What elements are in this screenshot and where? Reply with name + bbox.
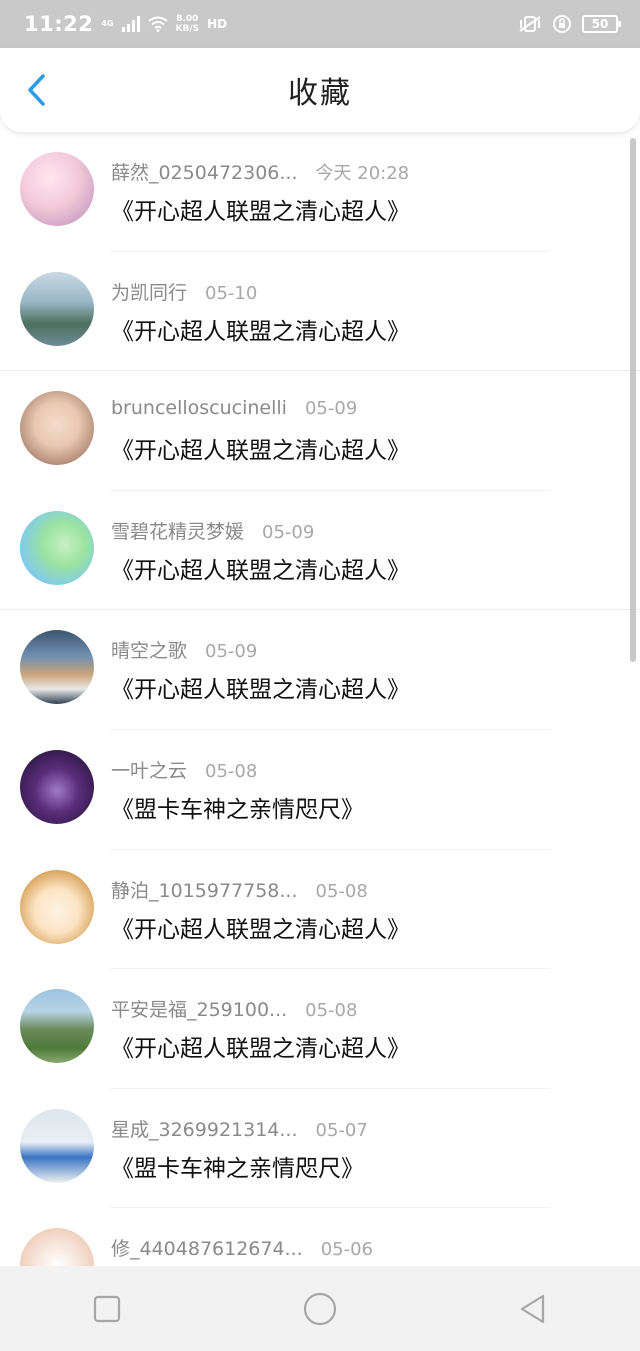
status-time: 11:22 — [24, 12, 94, 36]
recent-apps-icon — [93, 1295, 120, 1322]
avatar[interactable] — [20, 152, 94, 226]
item-meta: 静泊_1015977758... 05-08 — [111, 876, 368, 903]
item-meta: 一叶之云 05-08 — [111, 756, 257, 783]
list-item[interactable]: 静泊_1015977758... 05-08 《开心超人联盟之清心超人》 — [0, 850, 640, 970]
avatar[interactable] — [20, 1108, 94, 1183]
user-name[interactable]: bruncelloscucinelli — [111, 397, 287, 419]
back-button[interactable] — [18, 72, 54, 108]
wifi-icon — [147, 16, 168, 32]
list-item[interactable]: 星成_3269921314... 05-07 《盟卡车神之亲情咫尺》 — [0, 1089, 640, 1209]
avatar[interactable] — [20, 1228, 94, 1266]
status-bar: 11:22 4G 8.00 KB/S HD 50 — [0, 0, 640, 48]
item-date: 05-10 — [205, 282, 258, 304]
home-icon — [303, 1292, 337, 1325]
avatar[interactable] — [20, 391, 94, 466]
item-date: 05-08 — [315, 880, 368, 902]
avatar[interactable] — [20, 510, 94, 585]
header-bar: 收藏 — [0, 48, 640, 132]
list-item[interactable]: 雪碧花精灵梦媛 05-09 《开心超人联盟之清心超人》 — [0, 491, 640, 611]
favorites-list: 薛然_0250472306... 今天 20:28 《开心超人联盟之清心超人》 … — [0, 132, 640, 1266]
back-nav-button[interactable] — [503, 1279, 563, 1339]
status-right-icons: 50 — [518, 14, 621, 34]
item-date: 05-08 — [305, 1000, 358, 1022]
item-date: 今天 20:28 — [315, 163, 410, 184]
item-meta: 晴空之歌 05-09 — [111, 636, 257, 663]
battery-indicator: 50 — [582, 15, 621, 33]
user-name[interactable]: 晴空之歌 — [111, 636, 187, 663]
item-meta: bruncelloscucinelli 05-09 — [111, 397, 357, 419]
item-title[interactable]: 《开心超人联盟之清心超人》 — [111, 910, 410, 944]
scrollbar[interactable] — [630, 138, 636, 662]
net-speed-value: 8.00 — [176, 14, 199, 24]
network-type: 4G — [101, 19, 114, 28]
item-title[interactable]: 《开心超人联盟之清心超人》 — [111, 192, 410, 226]
status-left-icons: 4G 8.00 KB/S HD — [101, 14, 227, 34]
user-name[interactable]: 星成_3269921314... — [111, 1115, 298, 1142]
item-date: 05-09 — [262, 521, 315, 543]
chevron-left-icon — [28, 74, 45, 106]
item-title[interactable]: 《开心超人联盟之清心超人》 — [111, 1029, 410, 1063]
item-meta: 薛然_0250472306... 今天 20:28 — [111, 158, 409, 185]
list-item[interactable]: 晴空之歌 05-09 《开心超人联盟之清心超人》 — [0, 610, 640, 730]
item-title[interactable]: 《开心超人联盟之清心超人》 — [111, 312, 410, 346]
item-title[interactable]: 《开心超人联盟之清心超人》 — [111, 670, 410, 704]
list-item[interactable]: 为凯同行 05-10 《开心超人联盟之清心超人》 — [0, 252, 640, 372]
user-name[interactable]: 修_440487612674... — [111, 1234, 303, 1261]
net-speed-unit: KB/S — [175, 24, 200, 34]
avatar[interactable] — [20, 869, 94, 944]
user-name[interactable]: 雪碧花精灵梦媛 — [111, 517, 244, 544]
home-button[interactable] — [290, 1279, 350, 1339]
item-meta: 为凯同行 05-10 — [111, 278, 257, 305]
alarm-lock-icon — [553, 15, 571, 33]
item-title[interactable]: 《盟卡车神之亲情咫尺》 — [111, 1149, 364, 1183]
item-date: 05-08 — [205, 760, 258, 782]
item-date: 05-06 — [320, 1239, 373, 1261]
list-item[interactable]: 一叶之云 05-08 《盟卡车神之亲情咫尺》 — [0, 730, 640, 850]
back-icon — [521, 1294, 545, 1323]
item-meta: 星成_3269921314... 05-07 — [111, 1115, 368, 1142]
item-date: 05-07 — [315, 1119, 368, 1141]
signal-icon — [121, 16, 140, 32]
user-name[interactable]: 平安是福_259100... — [111, 995, 287, 1022]
avatar[interactable] — [20, 749, 94, 824]
list-item[interactable]: 薛然_0250472306... 今天 20:28 《开心超人联盟之清心超人》 — [0, 132, 640, 252]
item-title[interactable]: 《开心超人联盟之清心超人》 — [111, 431, 410, 465]
avatar[interactable] — [20, 271, 94, 346]
user-name[interactable]: 为凯同行 — [111, 278, 187, 305]
vibrate-mute-icon — [519, 16, 541, 32]
system-nav-bar — [0, 1266, 640, 1351]
recent-apps-button[interactable] — [77, 1279, 137, 1339]
item-date: 05-09 — [304, 398, 358, 420]
item-title[interactable]: 《盟卡车神之亲情咫尺》 — [111, 790, 364, 824]
list-item[interactable]: 修_440487612674... 05-06 — [0, 1208, 640, 1266]
list-item[interactable]: bruncelloscucinelli 05-09 《开心超人联盟之清心超人》 — [0, 371, 640, 491]
avatar[interactable] — [20, 989, 94, 1064]
user-name[interactable]: 一叶之云 — [111, 756, 187, 783]
item-meta: 雪碧花精灵梦媛 05-09 — [111, 517, 314, 544]
avatar[interactable] — [20, 630, 94, 705]
user-name[interactable]: 薛然_0250472306... — [111, 158, 298, 185]
hd-badge: HD — [207, 17, 228, 31]
item-title[interactable]: 《开心超人联盟之清心超人》 — [111, 551, 410, 585]
item-date: 05-09 — [205, 641, 258, 663]
user-name[interactable]: 静泊_1015977758... — [111, 876, 298, 903]
list-item[interactable]: 平安是福_259100... 05-08 《开心超人联盟之清心超人》 — [0, 969, 640, 1089]
net-speed: 8.00 KB/S — [176, 14, 200, 34]
item-meta: 修_440487612674... 05-06 — [111, 1234, 373, 1261]
page-title: 收藏 — [288, 76, 352, 111]
item-meta: 平安是福_259100... 05-08 — [111, 995, 357, 1022]
